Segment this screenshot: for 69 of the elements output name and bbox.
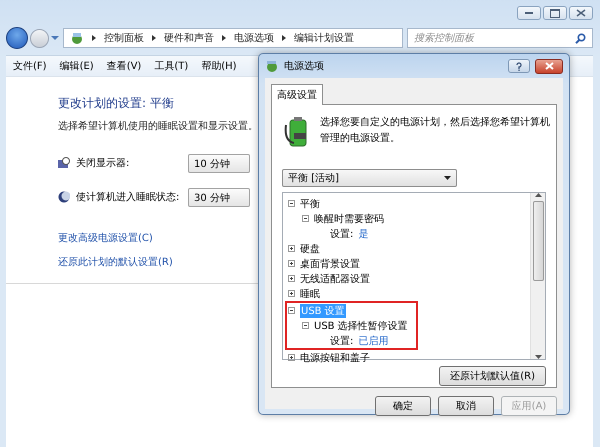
breadcrumb[interactable]: 电源选项 [234, 31, 274, 45]
close-button[interactable] [535, 58, 563, 74]
restore-defaults-button[interactable]: 还原计划默认值(R) [439, 366, 546, 386]
help-button[interactable] [508, 59, 530, 73]
menu-item[interactable]: 文件(F) [13, 59, 47, 73]
expand-icon[interactable] [288, 245, 295, 252]
dialog-description: 选择您要自定义的电源计划，然后选择您希望计算机管理的电源设置。 [320, 116, 552, 146]
link[interactable]: 还原此计划的默认设置(R) [58, 255, 173, 269]
tree-item[interactable]: 电源按钮和盖子 [300, 350, 370, 364]
menu-item[interactable]: 编辑(E) [60, 59, 94, 73]
collapse-icon[interactable] [302, 215, 309, 222]
chevron-icon [222, 35, 226, 41]
menu-item[interactable]: 查看(V) [106, 59, 142, 73]
page-title: 更改计划的设置: 平衡 [58, 95, 174, 112]
monitor-clock-icon [58, 157, 70, 169]
expand-icon[interactable] [288, 290, 295, 297]
tree-item[interactable]: 睡眠 [300, 286, 320, 300]
link[interactable]: 更改高级电源设置(C) [58, 231, 153, 245]
dropdown-arrow-icon[interactable] [51, 36, 59, 40]
setting-label: 使计算机进入睡眠状态: [76, 190, 180, 204]
close-icon [544, 62, 554, 70]
collapse-icon[interactable] [302, 322, 309, 329]
tab[interactable]: 高级设置 [271, 84, 323, 105]
back-button[interactable] [6, 27, 28, 49]
menu-item[interactable]: 工具(T) [154, 59, 188, 73]
setting-label: 设置: [330, 228, 354, 240]
search-field[interactable]: 搜索控制面板 [407, 28, 593, 48]
breadcrumb[interactable]: 硬件和声音 [164, 31, 214, 45]
close-icon [576, 9, 586, 17]
expand-icon[interactable] [288, 275, 295, 282]
scroll-down-icon[interactable] [534, 355, 542, 359]
question-icon [516, 62, 522, 70]
expand-icon[interactable] [288, 354, 295, 361]
setting-label: 关闭显示器: [76, 156, 130, 170]
close-button[interactable] [569, 6, 593, 20]
scrollbar-thumb[interactable] [532, 201, 544, 281]
maximize-button[interactable] [543, 6, 567, 20]
scroll-up-icon[interactable] [534, 193, 542, 197]
chevron-icon [152, 35, 156, 41]
setting-value[interactable]: 已启用 [358, 334, 388, 348]
address-bar[interactable]: 控制面板 硬件和声音 电源选项 编辑计划设置 [63, 28, 403, 48]
tree-item[interactable]: 平衡 [300, 196, 320, 210]
tree-item[interactable]: USB 选择性暂停设置 [314, 318, 408, 332]
plan-dropdown[interactable]: 平衡 [活动] [282, 169, 457, 187]
breadcrumb[interactable]: 控制面板 [104, 31, 144, 45]
tree-item[interactable]: 唤醒时需要密码 [314, 212, 384, 226]
tree-item[interactable]: 桌面背景设置 [300, 256, 360, 270]
menu-item[interactable]: 帮助(H) [201, 59, 237, 73]
tree-item[interactable]: 硬盘 [300, 242, 320, 256]
search-icon[interactable] [575, 32, 586, 44]
dropdown-arrow-icon [444, 176, 451, 180]
dialog-button[interactable]: 取消 [438, 396, 494, 416]
setting-label: 设置: [330, 334, 354, 348]
scrollbar[interactable] [530, 193, 545, 359]
collapse-icon[interactable] [288, 200, 295, 207]
chevron-icon [282, 35, 286, 41]
time-dropdown[interactable]: 10 分钟 [188, 154, 250, 172]
collapse-icon[interactable] [288, 307, 295, 314]
tree-item[interactable]: 无线适配器设置 [300, 272, 370, 286]
time-dropdown[interactable]: 30 分钟 [188, 188, 250, 206]
setting-value[interactable]: 是 [358, 226, 368, 240]
expand-icon[interactable] [288, 260, 295, 267]
dialog-title: 电源选项 [284, 60, 325, 73]
moon-icon [58, 191, 70, 203]
page-description: 选择希望计算机使用的睡眠设置和显示设置。 [58, 120, 258, 133]
breadcrumb[interactable]: 编辑计划设置 [294, 31, 354, 45]
dialog-button[interactable]: 确定 [375, 396, 431, 416]
chevron-icon [92, 35, 96, 41]
minimize-button[interactable] [517, 6, 541, 20]
